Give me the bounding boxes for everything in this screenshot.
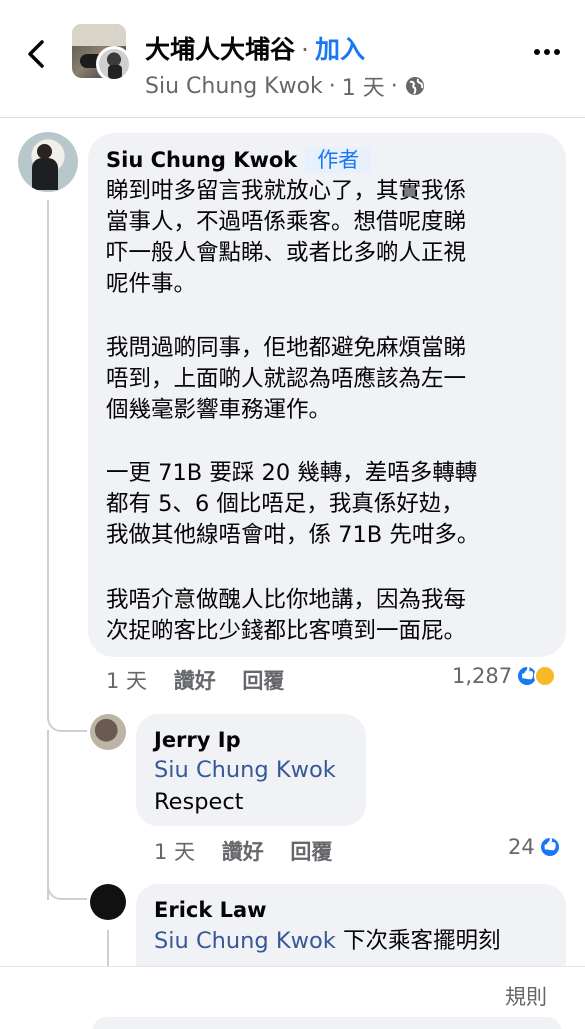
reaction-count: 24	[508, 835, 535, 859]
reaction-summary[interactable]: 24	[508, 835, 561, 859]
comment-paragraph: 我問過啲同事，佢地都避免麻煩當睇 唔到，上面啲人就認為唔應該為左一 個幾毫影響車…	[106, 335, 467, 423]
commenter-avatar[interactable]	[18, 132, 78, 192]
comment-author-row: Siu Chung Kwok 作者	[106, 147, 372, 173]
thread-line	[47, 200, 49, 720]
group-name[interactable]: 大埔人大埔谷	[145, 35, 295, 64]
comment-text: Respect	[154, 789, 244, 815]
comment-time[interactable]: 1 天	[106, 669, 147, 693]
join-button[interactable]: 加入	[315, 35, 365, 64]
author-avatar-small[interactable]	[96, 46, 132, 82]
comment-paragraph: 我唔介意做醜人比你地講，因為我每 次捉啲客比少錢都比客噴到一面屁。	[106, 587, 467, 644]
commenter-avatar[interactable]	[90, 884, 126, 920]
reply-button[interactable]: 回覆	[242, 669, 284, 693]
comment-text-row: Siu Chung Kwok 下次乘客擺明刻	[154, 926, 500, 957]
like-button[interactable]: 讚好	[174, 669, 216, 693]
rules-link[interactable]: 規則	[505, 981, 547, 1011]
chevron-left-icon[interactable]	[22, 38, 50, 70]
comment-author[interactable]: Jerry Ip	[154, 728, 241, 752]
globe-icon	[405, 77, 424, 95]
reaction-count: 1,287	[452, 664, 513, 688]
reply-button[interactable]: 回覆	[290, 840, 332, 864]
mention-link[interactable]: Siu Chung Kwok	[154, 928, 336, 954]
more-dots-icon[interactable]	[533, 44, 561, 60]
post-author-name[interactable]: Siu Chung Kwok	[145, 74, 323, 99]
thread-line	[47, 718, 87, 732]
separator-dot: ·	[301, 35, 309, 64]
separator-dot: ·	[328, 73, 336, 99]
post-time[interactable]: 1 天	[342, 70, 385, 102]
author-badge: 作者	[305, 147, 372, 173]
comment-paragraph: 一更 71B 要踩 20 幾轉，差唔多轉轉 都有 5、6 個比唔足，我真係好攰，…	[106, 460, 480, 548]
mention-link[interactable]: Siu Chung Kwok	[154, 755, 336, 786]
post-meta-row: Siu Chung Kwok · 1 天 ·	[145, 70, 426, 102]
comment-text: 下次乘客擺明刻	[335, 928, 501, 954]
thread-line	[47, 730, 49, 900]
like-button[interactable]: 讚好	[222, 840, 264, 864]
reaction-summary[interactable]: 1,287	[452, 664, 557, 688]
group-title-row: 大埔人大埔谷 · 加入	[145, 30, 365, 66]
comment-actions: 1 天 讚好 回覆	[106, 665, 304, 695]
comment-actions: 1 天 讚好 回覆	[154, 836, 352, 866]
comment-author[interactable]: Erick Law	[154, 898, 267, 922]
separator-dot: ·	[390, 73, 398, 99]
comment-time[interactable]: 1 天	[154, 840, 195, 864]
thread-line	[107, 930, 109, 970]
thread-line	[47, 886, 87, 900]
comment-compose-box[interactable]	[92, 1017, 562, 1029]
comment-author[interactable]: Siu Chung Kwok	[106, 148, 297, 172]
group-post-header: 大埔人大埔谷 · 加入 Siu Chung Kwok · 1 天 ·	[0, 0, 585, 118]
like-reaction-icon	[538, 836, 561, 858]
comment-paragraph: 睇到咁多留言我就放心了，其實我係 當事人，不過唔係乘客。想借呢度睇 吓一般人會點…	[106, 178, 467, 297]
commenter-avatar[interactable]	[90, 714, 126, 750]
care-reaction-icon	[534, 665, 557, 687]
